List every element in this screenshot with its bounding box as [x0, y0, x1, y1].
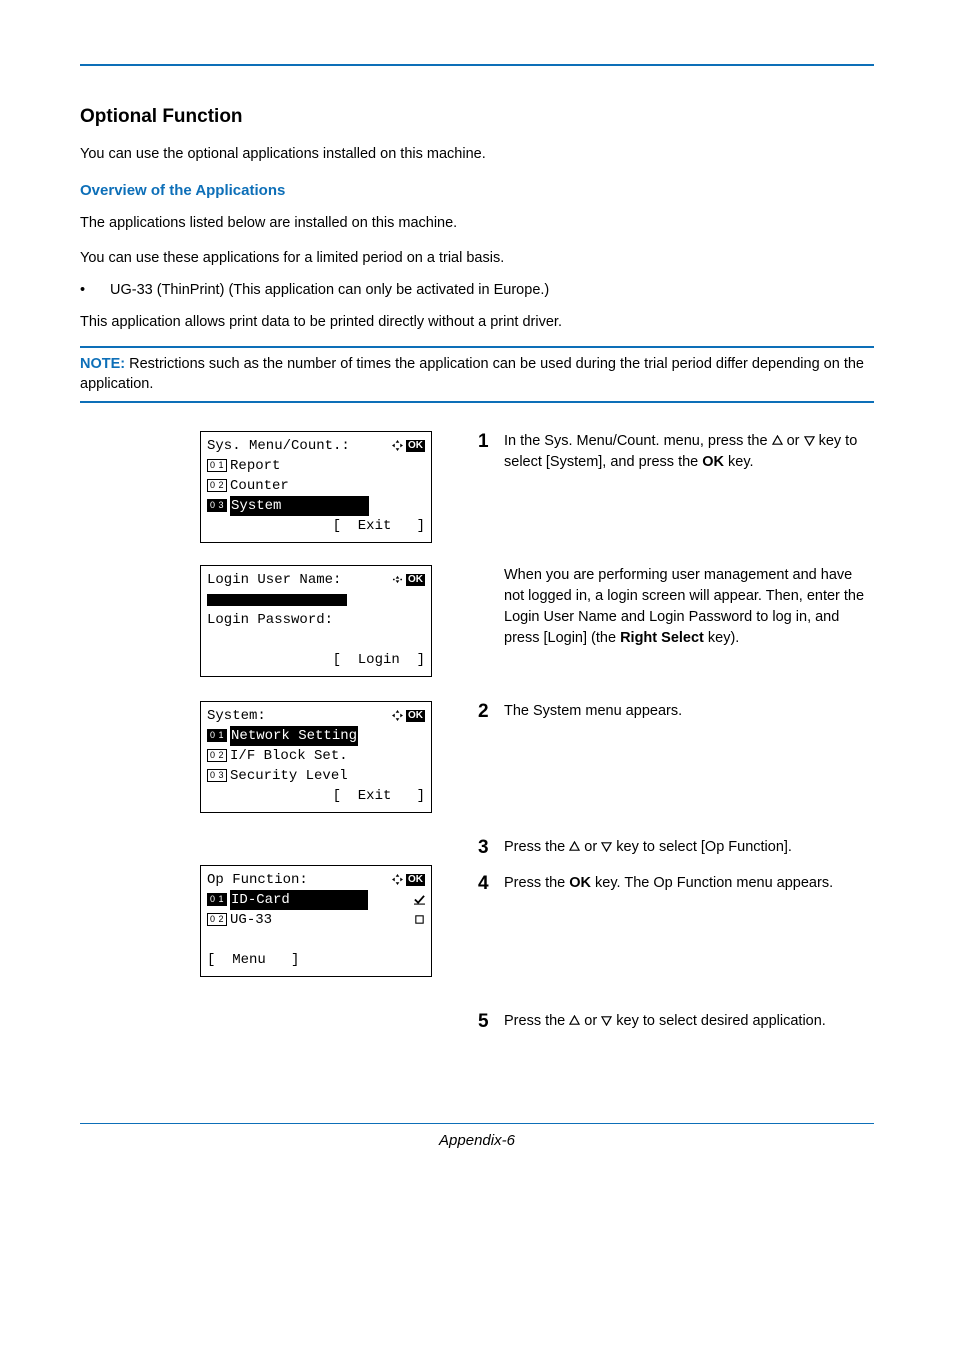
lcd-login: Login User Name: OK Login Password: [ Lo…	[200, 565, 432, 677]
down-triangle-icon	[601, 841, 612, 852]
up-triangle-icon	[772, 435, 783, 446]
note-rule-bottom	[80, 401, 874, 403]
lcd-sys-menu: Sys. Menu/Count.: OK 0 1Report 0 2Counte…	[200, 431, 432, 543]
step-4-text: Press the OK key. The Op Function menu a…	[504, 873, 874, 895]
step-2-num: 2	[478, 701, 504, 723]
ok-icon: OK	[406, 874, 425, 886]
intro-2: The applications listed below are instal…	[80, 213, 874, 233]
box-icon	[414, 914, 425, 925]
overview-heading: Overview of the Applications	[80, 182, 874, 199]
input-strip	[207, 594, 347, 606]
note-rule-top	[80, 346, 874, 348]
step-3-num: 3	[478, 837, 504, 859]
intro-1: You can use the optional applications in…	[80, 144, 874, 164]
step-1-num: 1	[478, 431, 504, 473]
footer-rule	[80, 1123, 874, 1124]
ok-icon: OK	[406, 574, 425, 586]
ok-icon: OK	[406, 710, 425, 722]
bullet-item: • UG-33 (ThinPrint) (This application ca…	[80, 282, 874, 298]
ok-icon: OK	[406, 440, 425, 452]
step-1-text: In the Sys. Menu/Count. menu, press the …	[504, 431, 874, 473]
check-icon	[414, 894, 425, 905]
dpad-icon	[392, 710, 403, 721]
up-triangle-icon	[569, 1015, 580, 1026]
note-block: NOTE: Restrictions such as the number of…	[80, 354, 874, 395]
dpad-icon	[392, 440, 403, 451]
cursor-icon	[392, 574, 403, 585]
step-3-text: Press the or key to select [Op Function]…	[504, 837, 874, 859]
top-rule	[80, 64, 874, 66]
dpad-icon	[392, 874, 403, 885]
lcd-op-function: Op Function: OK 0 1ID-Card 0 2UG-33 [ Me…	[200, 865, 432, 977]
lcd-system: System: OK 0 1Network Setting 0 2I/F Blo…	[200, 701, 432, 813]
intro-3: You can use these applications for a lim…	[80, 248, 874, 268]
step-4-num: 4	[478, 873, 504, 895]
down-triangle-icon	[601, 1015, 612, 1026]
step-1-login-text: When you are performing user management …	[504, 565, 874, 649]
intro-4: This application allows print data to be…	[80, 312, 874, 332]
down-triangle-icon	[804, 435, 815, 446]
up-triangle-icon	[569, 841, 580, 852]
step-5-num: 5	[478, 1011, 504, 1033]
step-5-text: Press the or key to select desired appli…	[504, 1011, 874, 1033]
step-2-text: The System menu appears.	[504, 701, 874, 723]
page-footer: Appendix-6	[439, 1132, 515, 1149]
page-title: Optional Function	[80, 106, 874, 128]
